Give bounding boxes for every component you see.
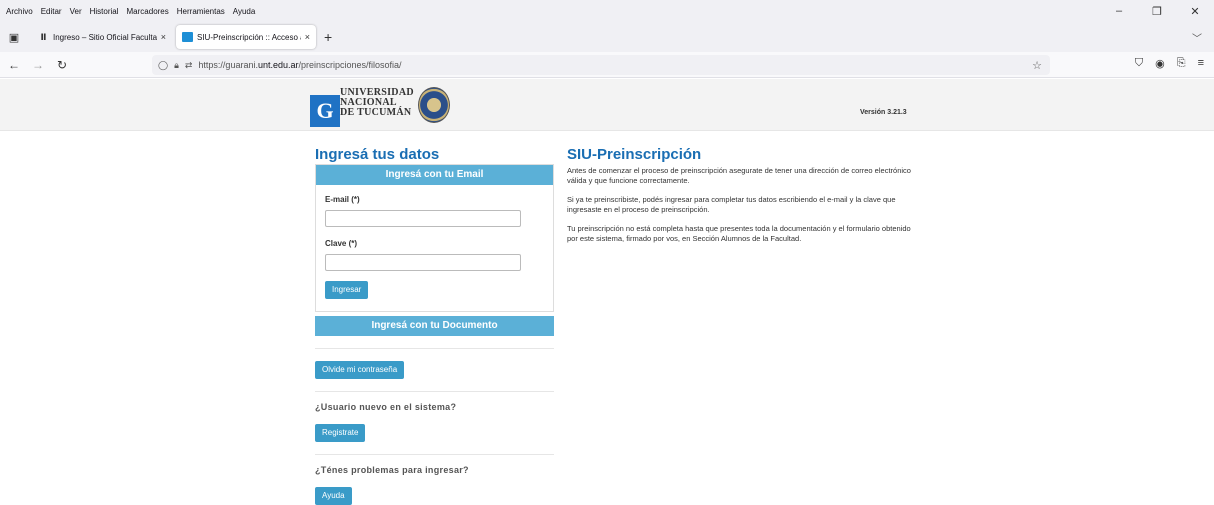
reload-icon[interactable]: ↻ [52,58,72,72]
tab-bar: ▣ Ⅱ Ingreso – Sitio Oficial Facultad × S… [0,22,1214,52]
restore-icon[interactable]: ❐ [1138,5,1176,18]
email-login-panel: Ingresá con tu Email E-mail (*) Clave (*… [315,164,554,312]
tab-close-icon[interactable]: × [161,32,166,42]
menu-archivo[interactable]: Archivo [0,7,37,16]
help-button[interactable]: Ayuda [315,487,352,505]
logo-line: DE TUCUMÁN [340,107,412,118]
tab-list-icon[interactable]: ▣ [0,31,28,44]
pocket-icon[interactable]: ⛉ [1135,57,1143,70]
tab-favicon-icon [182,32,193,42]
menu-historial[interactable]: Historial [86,7,123,16]
back-icon[interactable]: ← [4,58,24,72]
forward-icon[interactable]: → [28,58,48,72]
bookmark-star-icon[interactable]: ☆ [1032,59,1042,72]
email-panel-header[interactable]: Ingresá con tu Email [316,165,553,185]
tab-siu-preinscripcion[interactable]: SIU-Preinscripción :: Acceso al × [176,25,316,49]
account-icon[interactable]: ◉ [1155,57,1165,70]
toolbar-right: ⛉ ◉ ⎘ ≡ [1135,57,1204,70]
document-panel-header[interactable]: Ingresá con tu Documento [315,316,554,336]
close-window-icon[interactable]: ✕ [1176,5,1214,18]
url-host: unt.edu.ar [257,60,299,70]
version-label: Versión 3.21.3 [860,109,907,116]
login-problems-question: ¿Ténes problemas para ingresar? [315,465,469,475]
menu-herramientas[interactable]: Herramientas [173,7,229,16]
menu-bar: Archivo Editar Ver Historial Marcadores … [0,0,1214,22]
url-bar[interactable]: ◯ 🔒︎ ⇄ https://guarani.unt.edu.ar/preins… [152,55,1050,75]
logo-text: UNIVERSIDAD NACIONAL DE TUCUMÁN [340,88,414,118]
lock-icon[interactable]: 🔒︎ [174,60,179,71]
divider [315,391,554,392]
menu-ayuda[interactable]: Ayuda [229,7,260,16]
info-paragraph: Antes de comenzar el proceso de preinscr… [567,166,911,185]
login-button[interactable]: Ingresar [325,281,369,299]
new-tab-button[interactable]: + [324,29,332,45]
info-column: SIU-Preinscripción Antes de comenzar el … [567,146,912,253]
password-label: Clave (*) [325,239,358,248]
email-panel-body: E-mail (*) Clave (*) Ingresar [316,185,553,311]
url-prefix: https://guarani. [198,60,258,70]
login-title: Ingresá tus datos [315,146,440,163]
extensions-icon[interactable]: ⎘ [1177,57,1186,70]
minimize-icon[interactable]: – [1100,5,1138,17]
divider [315,454,554,455]
divider [315,348,554,349]
url-path: /preinscripciones/filosofia/ [298,60,402,70]
tab-favicon-icon: Ⅱ [40,32,47,42]
hamburger-menu-icon[interactable]: ≡ [1198,57,1204,70]
tab-title: Ingreso – Sitio Oficial Facultad [53,32,157,42]
navigation-bar: ← → ↻ ◯ 🔒︎ ⇄ https://guarani.unt.edu.ar/… [0,52,1214,78]
tab-close-icon[interactable]: × [305,32,310,42]
url-text: https://guarani.unt.edu.ar/preinscripcio… [198,60,401,70]
login-column: Ingresá tus datos Ingresá con tu Email E… [315,146,554,505]
password-field[interactable] [325,254,521,271]
tab-title: SIU-Preinscripción :: Acceso al [197,32,301,42]
info-paragraph: Si ya te preinscribiste, podés ingresar … [567,195,896,214]
logo-g-mark: G [310,95,340,127]
unt-logo[interactable]: G UNIVERSIDAD NACIONAL DE TUCUMÁN [310,85,452,127]
forgot-password-button[interactable]: Olvide mi contraseña [315,361,405,379]
shield-icon[interactable]: ◯ [158,60,168,71]
email-field[interactable] [325,210,521,227]
permissions-icon[interactable]: ⇄ [185,60,193,71]
chevron-down-icon[interactable]: ﹀ [1192,30,1202,45]
menu-editar[interactable]: Editar [37,7,66,16]
email-label: E-mail (*) [325,195,360,204]
window-controls: – ❐ ✕ [1100,0,1214,22]
site-header: G UNIVERSIDAD NACIONAL DE TUCUMÁN Versió… [0,79,1214,131]
tab-ingreso[interactable]: Ⅱ Ingreso – Sitio Oficial Facultad × [32,25,172,49]
register-button[interactable]: Registrate [315,424,366,442]
info-paragraph: Tu preinscripción no está completa hasta… [567,224,911,243]
new-user-question: ¿Usuario nuevo en el sistema? [315,402,457,412]
university-seal-icon [418,87,450,123]
menu-ver[interactable]: Ver [66,7,86,16]
info-title: SIU-Preinscripción [567,146,702,163]
menu-marcadores[interactable]: Marcadores [123,7,173,16]
